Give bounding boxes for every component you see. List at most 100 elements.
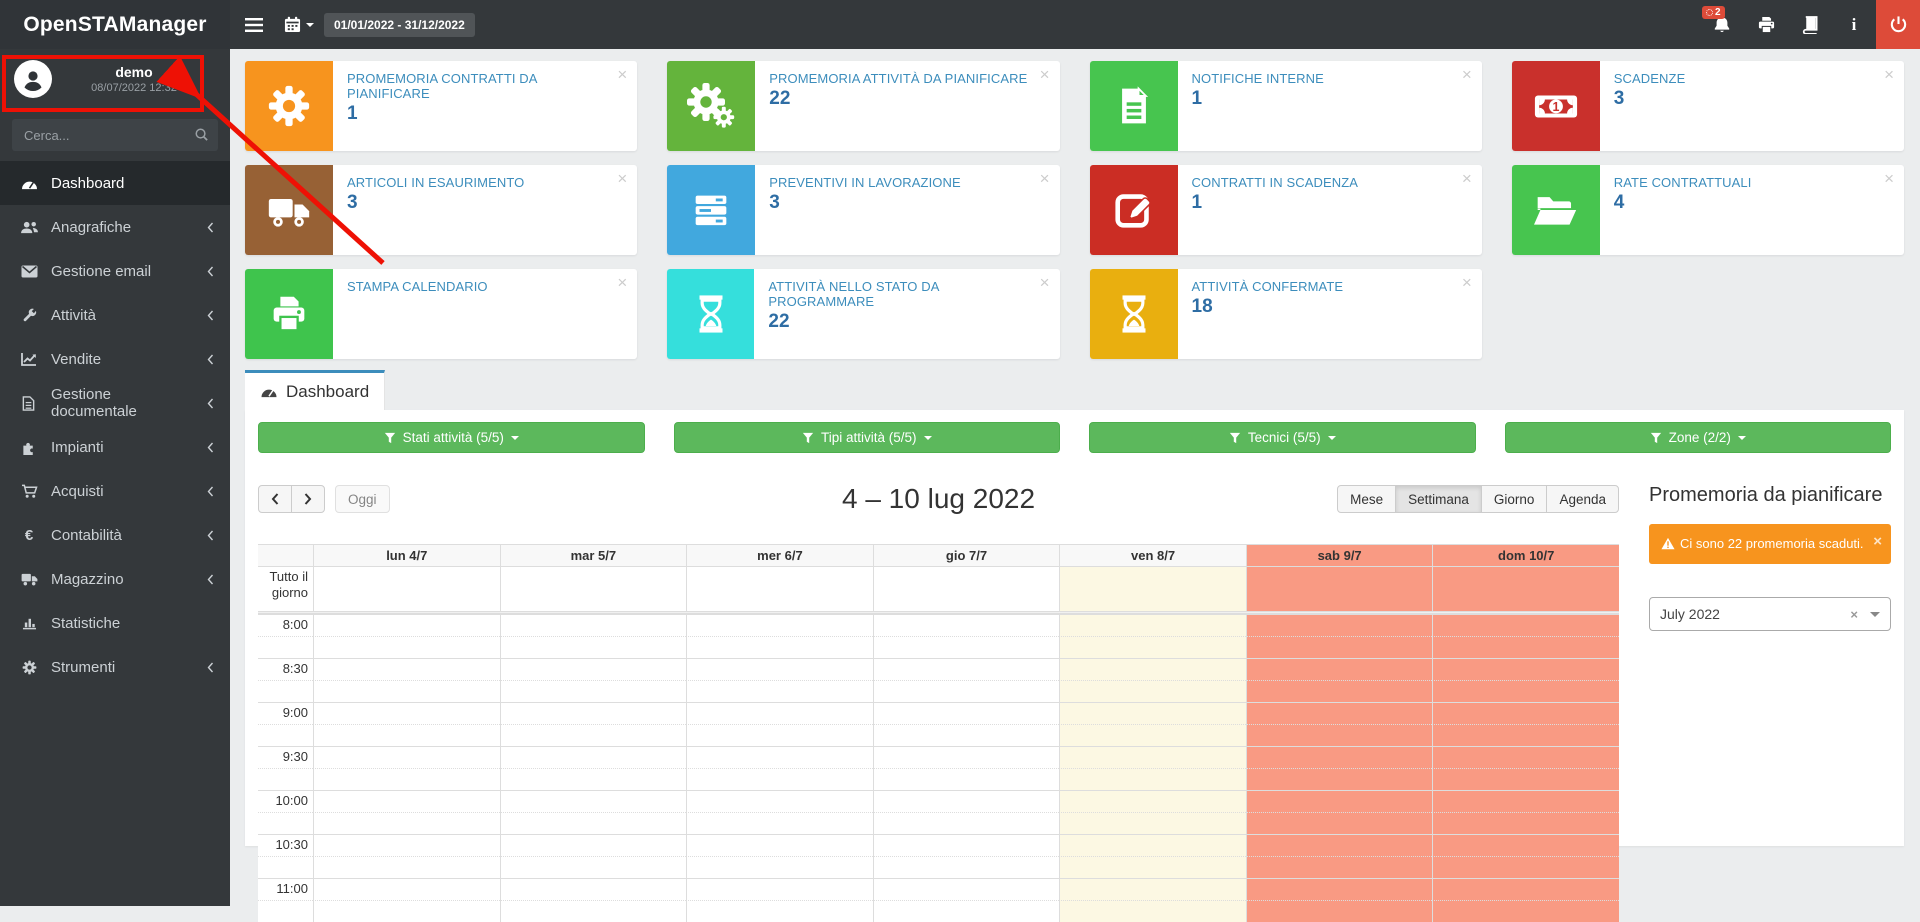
calendar-slot-cell[interactable] [1059,834,1246,856]
sidebar-item-gestione-documentale[interactable]: Gestione documentale [0,381,230,425]
calendar-slot-cell[interactable] [1246,834,1433,856]
view-agenda-button[interactable]: Agenda [1546,485,1619,513]
calendar-slot-cell[interactable] [1059,724,1246,746]
calendar-slot-cell[interactable] [873,746,1060,768]
calendar-slot-cell[interactable] [686,900,873,922]
calendar-slot-cell[interactable] [686,834,873,856]
calendar-slot-cell[interactable] [1432,702,1619,724]
notifications-button[interactable]: 2 [1700,0,1744,49]
calendar-slot-cell[interactable] [686,702,873,724]
calendar-allday-cell[interactable] [1059,567,1246,611]
calendar-slot-cell[interactable] [686,768,873,790]
filter-tecnici[interactable]: Tecnici (5/5) [1089,422,1476,453]
calendar-slot-cell[interactable] [1432,636,1619,658]
calendar-slot-cell[interactable] [313,878,500,900]
sidebar-item-attivita[interactable]: Attività [0,293,230,337]
calendar-slot-cell[interactable] [1059,658,1246,680]
logout-button[interactable] [1876,0,1920,49]
calendar-slot-cell[interactable] [1059,768,1246,790]
calendar-slot-cell[interactable] [1432,878,1619,900]
calendar-slot-cell[interactable] [686,746,873,768]
widget-title[interactable]: RATE CONTRATTUALI [1614,175,1752,190]
widget-title[interactable]: CONTRATTI IN SCADENZA [1192,175,1359,190]
calendar-slot-cell[interactable] [1432,724,1619,746]
calendar-slot-cell[interactable] [1059,614,1246,636]
calendar-slot-cell[interactable] [500,856,687,878]
calendar-slot-cell[interactable] [1246,636,1433,658]
clear-icon[interactable]: × [1838,607,1870,622]
calendar-slot-cell[interactable] [500,702,687,724]
filter-stati-attivita[interactable]: Stati attività (5/5) [258,422,645,453]
calendar-allday-cell[interactable] [1432,567,1619,611]
close-icon[interactable]: × [1040,273,1050,293]
sidebar-item-acquisti[interactable]: Acquisti [0,469,230,513]
calendar-slot-cell[interactable] [1246,768,1433,790]
calendar-slot-cell[interactable] [1059,856,1246,878]
sidebar-item-magazzino[interactable]: Magazzino [0,557,230,601]
calendar-slot-cell[interactable] [686,812,873,834]
calendar-slot-cell[interactable] [1432,900,1619,922]
calendar-slot-cell[interactable] [1432,680,1619,702]
calendar-slot-cell[interactable] [1059,746,1246,768]
view-settimana-button[interactable]: Settimana [1395,485,1482,513]
calendar-slot-cell[interactable] [873,636,1060,658]
filter-tipi-attivita[interactable]: Tipi attività (5/5) [674,422,1061,453]
search-input[interactable] [12,119,218,151]
calendar-slot-cell[interactable] [1432,746,1619,768]
close-icon[interactable]: × [1873,530,1882,553]
calendar-slot-cell[interactable] [1432,658,1619,680]
calendar-slot-cell[interactable] [873,702,1060,724]
close-icon[interactable]: × [1462,65,1472,85]
calendar-allday-cell[interactable] [500,567,687,611]
calendar-slot-cell[interactable] [1246,900,1433,922]
calendar-slot-cell[interactable] [500,834,687,856]
calendar-slot-cell[interactable] [873,680,1060,702]
calendar-allday-cell[interactable] [686,567,873,611]
close-icon[interactable]: × [617,169,627,189]
calendar-slot-cell[interactable] [500,878,687,900]
sidebar-item-anagrafiche[interactable]: Anagrafiche [0,205,230,249]
calendar-slot-cell[interactable] [313,790,500,812]
calendar-slot-cell[interactable] [500,900,687,922]
docs-button[interactable] [1788,0,1832,49]
user-panel[interactable]: demo 08/07/2022 12:32 [0,49,230,111]
calendar-allday-cell[interactable] [873,567,1060,611]
search-icon[interactable] [194,127,209,142]
app-logo[interactable]: OpenSTAManager [0,0,230,49]
close-icon[interactable]: × [1040,169,1050,189]
calendar-slot-cell[interactable] [686,856,873,878]
calendar-slot-cell[interactable] [313,724,500,746]
calendar-slot-cell[interactable] [313,746,500,768]
calendar-slot-cell[interactable] [1059,702,1246,724]
calendar-slot-cell[interactable] [686,614,873,636]
view-mese-button[interactable]: Mese [1337,485,1396,513]
sidebar-item-dashboard[interactable]: Dashboard [0,161,230,205]
calendar-slot-cell[interactable] [1059,812,1246,834]
sidebar-item-vendite[interactable]: Vendite [0,337,230,381]
calendar-slot-cell[interactable] [873,834,1060,856]
calendar-slot-cell[interactable] [686,724,873,746]
calendar-slot-cell[interactable] [1246,856,1433,878]
calendar-slot-cell[interactable] [500,790,687,812]
hamburger-menu-icon[interactable] [230,0,278,49]
calendar-slot-cell[interactable] [313,680,500,702]
calendar-slot-cell[interactable] [1246,724,1433,746]
calendar-slot-cell[interactable] [686,636,873,658]
calendar-slot-cell[interactable] [873,812,1060,834]
calendar-slot-cell[interactable] [500,614,687,636]
close-icon[interactable]: × [617,65,627,85]
calendar-slot-cell[interactable] [873,878,1060,900]
calendar-dropdown-icon[interactable] [278,0,320,49]
calendar-slot-cell[interactable] [313,636,500,658]
calendar-slot-cell[interactable] [1246,702,1433,724]
calendar-slot-cell[interactable] [1246,790,1433,812]
calendar-slot-cell[interactable] [1432,790,1619,812]
calendar-slot-cell[interactable] [1432,856,1619,878]
calendar-slot-cell[interactable] [873,724,1060,746]
calendar-slot-cell[interactable] [873,768,1060,790]
calendar-slot-cell[interactable] [1246,746,1433,768]
info-button[interactable]: i [1832,0,1876,49]
calendar-slot-cell[interactable] [1246,680,1433,702]
sidebar-item-gestione-email[interactable]: Gestione email [0,249,230,293]
print-button[interactable] [1744,0,1788,49]
